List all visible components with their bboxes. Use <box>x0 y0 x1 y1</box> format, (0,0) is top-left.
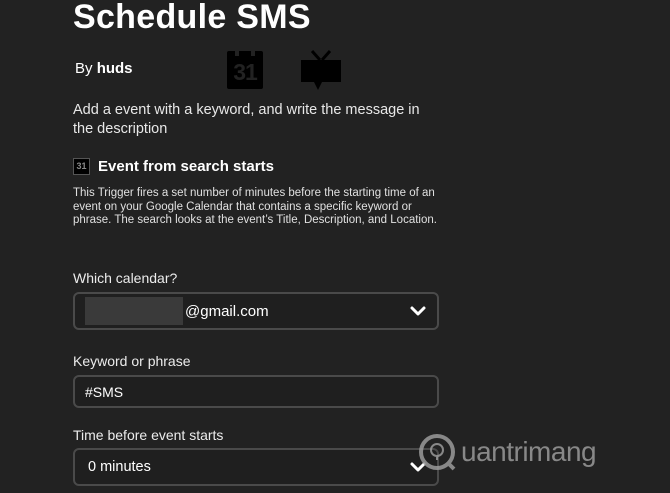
watermark: uantrimang <box>417 432 597 472</box>
keyword-field-label: Keyword or phrase <box>73 353 191 369</box>
applet-config-page: Schedule SMS By huds 31 Add a event with… <box>0 0 670 493</box>
time-before-select-value: 0 minutes <box>88 459 151 475</box>
calendar-select[interactable]: @gmail.com <box>73 292 439 330</box>
redacted-email-username <box>85 297 183 325</box>
watermark-text: uantrimang <box>461 436 597 467</box>
calendar-icon-number: 31 <box>233 59 258 85</box>
byline: By huds <box>75 60 133 77</box>
keyword-input-box[interactable] <box>73 375 439 408</box>
watermark-logo-icon <box>419 434 456 471</box>
time-before-select[interactable]: 0 minutes <box>73 448 439 486</box>
keyword-input[interactable] <box>85 384 425 400</box>
trigger-description: This Trigger fires a set number of minut… <box>73 187 437 226</box>
page-title: Schedule SMS <box>73 0 311 36</box>
time-field-label: Time before event starts <box>73 427 224 443</box>
calendar-field-label: Which calendar? <box>73 270 178 286</box>
trigger-heading: 31 Event from search starts <box>73 158 274 175</box>
calendar-select-value: @gmail.com <box>185 303 269 320</box>
google-calendar-icon: 31 <box>227 51 263 89</box>
by-label: By <box>75 60 93 77</box>
calendar-icon: 31 <box>73 158 90 175</box>
chevron-down-icon <box>410 306 426 316</box>
applet-description: Add a event with a keyword, and write th… <box>73 102 420 137</box>
trigger-title: Event from search starts <box>98 158 274 175</box>
sms-service-icon <box>301 50 341 90</box>
author-link[interactable]: huds <box>97 60 133 77</box>
